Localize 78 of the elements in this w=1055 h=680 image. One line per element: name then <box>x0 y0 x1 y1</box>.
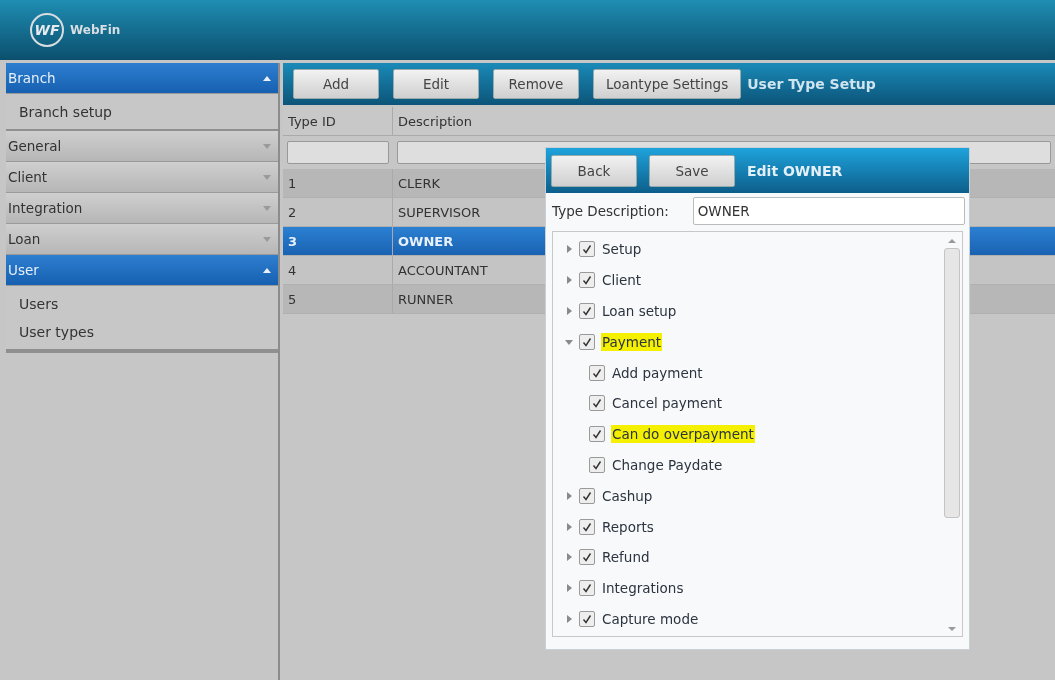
toolbar-button[interactable]: Loantype Settings <box>593 69 742 99</box>
sidebar-section-header[interactable]: User <box>6 255 278 286</box>
dialog-button[interactable]: Save <box>649 154 735 187</box>
tree-item-label[interactable]: Refund <box>601 548 651 567</box>
check-icon <box>582 275 592 286</box>
toolbar-button[interactable]: Add <box>293 69 379 99</box>
check-icon <box>582 336 592 347</box>
tree-item-label[interactable]: Cancel payment <box>611 394 724 413</box>
type-description-field[interactable]: OWNER <box>692 197 965 225</box>
check-icon <box>582 552 592 563</box>
logo-icon: WF <box>30 13 64 47</box>
collapsed-arrow-icon[interactable] <box>565 491 573 500</box>
checkbox[interactable] <box>579 303 595 319</box>
checkbox[interactable] <box>579 487 595 504</box>
checkbox[interactable] <box>589 426 605 443</box>
sidebar-section-header[interactable]: Client <box>6 162 278 193</box>
check-icon <box>592 429 602 440</box>
app-name: WebFin <box>70 23 121 37</box>
sidebar-section-header[interactable]: Loan <box>6 224 278 255</box>
field-label: Type Description: <box>552 203 669 219</box>
page-title: User Type Setup <box>747 76 876 92</box>
column-header[interactable]: Type ID <box>283 107 393 135</box>
dialog-button[interactable]: Back <box>551 154 637 187</box>
tree-item-label[interactable]: Payment <box>601 332 663 351</box>
toolbar-button[interactable]: Remove <box>493 69 579 99</box>
dialog-title: Edit OWNER <box>747 162 843 179</box>
tree-item-label[interactable]: Integrations <box>601 579 685 598</box>
toolbar-button[interactable]: Edit <box>393 69 479 99</box>
check-icon <box>592 459 602 470</box>
checkbox[interactable] <box>579 241 595 258</box>
column-header[interactable]: Description <box>393 113 1055 129</box>
scroll-up-icon <box>947 238 957 244</box>
collapsed-arrow-icon[interactable] <box>565 307 573 315</box>
checkbox[interactable] <box>589 364 605 381</box>
sidebar-section-header[interactable]: Integration <box>6 193 278 224</box>
check-icon <box>582 244 592 255</box>
checkbox[interactable] <box>589 456 605 473</box>
filter-field[interactable] <box>287 141 389 164</box>
check-icon <box>582 490 592 501</box>
tree-item-label[interactable]: Client <box>601 271 643 290</box>
tree-item-label[interactable]: Add payment <box>611 363 704 382</box>
sidebar-section-header[interactable]: Branch <box>6 63 278 94</box>
caret-down-icon <box>262 234 272 244</box>
caret-down-icon <box>262 172 272 182</box>
check-icon <box>582 613 592 624</box>
collapsed-arrow-icon[interactable] <box>565 584 573 593</box>
tree-item-label[interactable]: Change Paydate <box>611 455 724 474</box>
scroll-thumb[interactable] <box>944 248 960 518</box>
check-icon <box>582 306 592 316</box>
checkbox[interactable] <box>579 333 595 350</box>
checkbox[interactable] <box>579 549 595 566</box>
collapsed-arrow-icon[interactable] <box>565 276 573 285</box>
tree-item-label[interactable]: Setup <box>601 240 643 259</box>
tree-item-label[interactable]: Capture mode <box>601 609 700 628</box>
tree-item-label[interactable]: Loan setup <box>601 302 678 320</box>
sidebar-section-header[interactable]: General <box>6 131 278 162</box>
collapsed-arrow-icon[interactable] <box>565 245 573 254</box>
tree-item-label[interactable]: Reports <box>601 517 655 536</box>
expanded-arrow-icon[interactable] <box>565 337 573 346</box>
tree-item-label[interactable]: Cashup <box>601 486 654 505</box>
caret-down-icon <box>262 203 272 213</box>
collapsed-arrow-icon[interactable] <box>565 614 573 623</box>
tree-item-label[interactable]: Can do overpayment <box>611 425 755 444</box>
check-icon <box>582 521 592 532</box>
checkbox[interactable] <box>589 395 605 412</box>
collapsed-arrow-icon[interactable] <box>565 553 573 562</box>
check-icon <box>592 367 602 378</box>
collapsed-arrow-icon[interactable] <box>565 522 573 531</box>
scroll-down-icon <box>947 626 957 632</box>
checkbox[interactable] <box>579 518 595 535</box>
checkbox[interactable] <box>579 272 595 289</box>
check-icon <box>582 583 592 594</box>
sidebar-item[interactable]: Users <box>6 290 278 318</box>
sidebar-item[interactable]: User types <box>6 318 278 346</box>
caret-down-icon <box>262 141 272 151</box>
checkbox[interactable] <box>579 580 595 597</box>
check-icon <box>592 398 602 409</box>
checkbox[interactable] <box>579 610 595 627</box>
